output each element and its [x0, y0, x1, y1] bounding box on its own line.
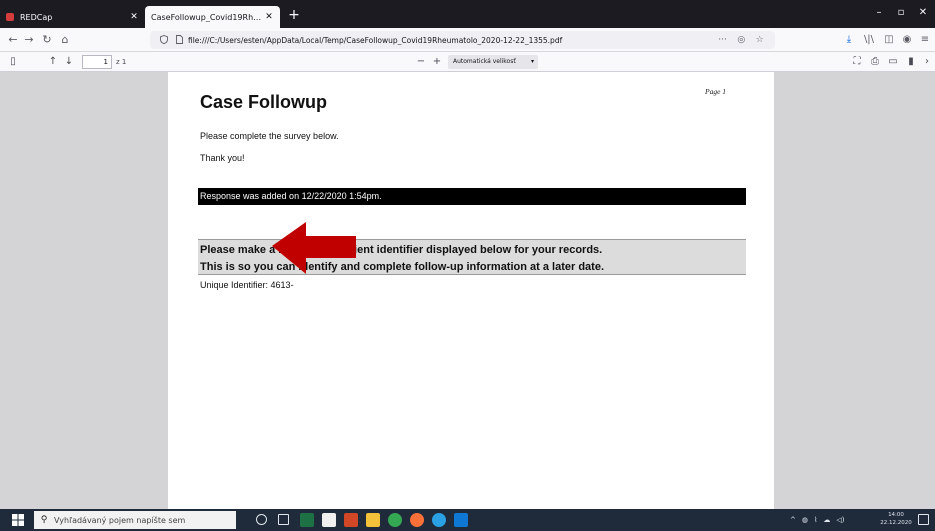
menu-icon[interactable]: ≡	[918, 32, 932, 48]
network-icon[interactable]: ◍	[802, 516, 808, 524]
previous-page-icon[interactable]: ↑	[46, 54, 60, 70]
onedrive-icon[interactable]: ☁	[823, 516, 830, 524]
chevron-down-icon: ▾	[530, 58, 534, 65]
clock-date: 22.12.2020	[880, 520, 912, 526]
redcap-favicon-icon	[6, 13, 14, 21]
minimize-button[interactable]: –	[868, 5, 890, 21]
downloads-icon[interactable]: ⤓	[842, 32, 856, 48]
page-label: Page 1	[705, 87, 727, 96]
toggle-sidebar-icon[interactable]: ▯	[6, 54, 20, 70]
tab-label: REDCap	[20, 12, 53, 22]
taskbar-edge-icon[interactable]	[432, 513, 446, 527]
pdf-viewer[interactable]: Page 1 Case Followup Please complete the…	[0, 72, 935, 509]
response-added-banner: Response was added on 12/22/2020 1:54pm.	[198, 188, 746, 205]
account-icon[interactable]: ◉	[900, 32, 914, 48]
red-arrow-annotation-icon	[272, 222, 356, 274]
tab-close-icon[interactable]: ✕	[264, 12, 274, 22]
search-icon: ⚲	[40, 515, 48, 525]
pocket-icon[interactable]: ◎	[737, 35, 745, 45]
taskbar-clock[interactable]: 14:00 22.12.2020	[878, 511, 914, 527]
sidebar-icon[interactable]: ◫	[882, 32, 896, 48]
tab-redcap[interactable]: REDCap ✕	[0, 6, 145, 28]
home-icon[interactable]: ⌂	[58, 32, 72, 48]
action-center-icon[interactable]	[918, 514, 929, 525]
zoom-out-button[interactable]: −	[414, 54, 428, 70]
page-actions-icon[interactable]: ···	[718, 35, 727, 45]
forward-icon[interactable]: →	[22, 32, 36, 48]
tab-pdf[interactable]: CaseFollowup_Covid19Rheumatolo_ ✕	[145, 6, 280, 28]
taskbar-file-explorer-icon[interactable]	[366, 513, 380, 527]
zoom-in-button[interactable]: +	[430, 54, 444, 70]
taskbar-store-icon[interactable]	[322, 513, 336, 527]
library-icon[interactable]: \|\	[862, 32, 876, 48]
intro-text: Please complete the survey below.	[200, 131, 339, 141]
navigation-toolbar: ← → ↻ ⌂ file:///C:/Users/esten/AppData/L…	[0, 28, 935, 52]
zoom-select[interactable]: Automatická velikosť ▾	[448, 55, 538, 69]
taskbar-firefox-icon[interactable]	[410, 513, 424, 527]
tab-close-icon[interactable]: ✕	[129, 12, 139, 22]
windows-taskbar: ⚲ Vyhľadávaný pojem napíšte sem ^ ◍ ⌇ ☁ …	[0, 509, 935, 531]
pdf-page: Page 1 Case Followup Please complete the…	[168, 72, 774, 509]
tab-strip: REDCap ✕ CaseFollowup_Covid19Rheumatolo_…	[0, 0, 935, 28]
close-window-button[interactable]: ✕	[912, 5, 934, 21]
system-tray: ^ ◍ ⌇ ☁ ◁)	[790, 513, 845, 527]
pdf-toolbar: ▯ ↑ ↓ 1 z 1 − + Automatická velikosť ▾ ⛶…	[0, 52, 935, 72]
wifi-icon[interactable]: ⌇	[814, 516, 817, 524]
print-icon[interactable]: ⎙	[868, 54, 882, 70]
page-info-icon[interactable]	[172, 34, 186, 46]
pdf-bookmark-icon[interactable]: ▮	[904, 54, 918, 70]
open-file-icon[interactable]: ▭	[886, 54, 900, 70]
back-icon[interactable]: ←	[6, 32, 20, 48]
windows-start-icon[interactable]	[12, 514, 24, 526]
taskbar-task-view-icon[interactable]	[278, 514, 289, 525]
red-arrow-shape	[272, 222, 356, 274]
tab-label: CaseFollowup_Covid19Rheumatolo_	[151, 12, 264, 22]
bookmark-star-icon[interactable]: ☆	[756, 35, 764, 45]
url-text[interactable]: file:///C:/Users/esten/AppData/Local/Tem…	[186, 36, 713, 45]
taskbar-search-input[interactable]: ⚲ Vyhľadávaný pojem napíšte sem	[34, 511, 236, 529]
taskbar-chrome-icon[interactable]	[388, 513, 402, 527]
taskbar-powerpoint-icon[interactable]	[344, 513, 358, 527]
volume-icon[interactable]: ◁)	[836, 516, 844, 524]
tray-chevron-icon[interactable]: ^	[790, 516, 796, 524]
new-tab-button[interactable]: +	[286, 6, 302, 24]
taskbar-outlook-icon[interactable]	[454, 513, 468, 527]
page-number-input[interactable]: 1	[82, 55, 112, 69]
address-bar[interactable]: file:///C:/Users/esten/AppData/Local/Tem…	[150, 31, 775, 49]
search-placeholder: Vyhľadávaný pojem napíšte sem	[54, 515, 186, 525]
shield-icon[interactable]	[156, 34, 172, 46]
maximize-button[interactable]: ▫	[890, 5, 912, 21]
reload-icon[interactable]: ↻	[40, 32, 54, 48]
presentation-mode-icon[interactable]: ⛶	[850, 54, 864, 70]
taskbar-cortana-icon[interactable]	[256, 514, 267, 525]
zoom-value: Automatická velikosť	[453, 58, 516, 65]
thanks-text: Thank you!	[200, 153, 245, 163]
clock-time: 14:00	[888, 512, 904, 518]
taskbar-excel-icon[interactable]	[300, 513, 314, 527]
next-page-icon[interactable]: ↓	[62, 54, 76, 70]
tools-chevron-icon[interactable]: ›	[920, 54, 934, 70]
page-total-label: z 1	[116, 58, 127, 66]
document-title: Case Followup	[200, 92, 328, 112]
